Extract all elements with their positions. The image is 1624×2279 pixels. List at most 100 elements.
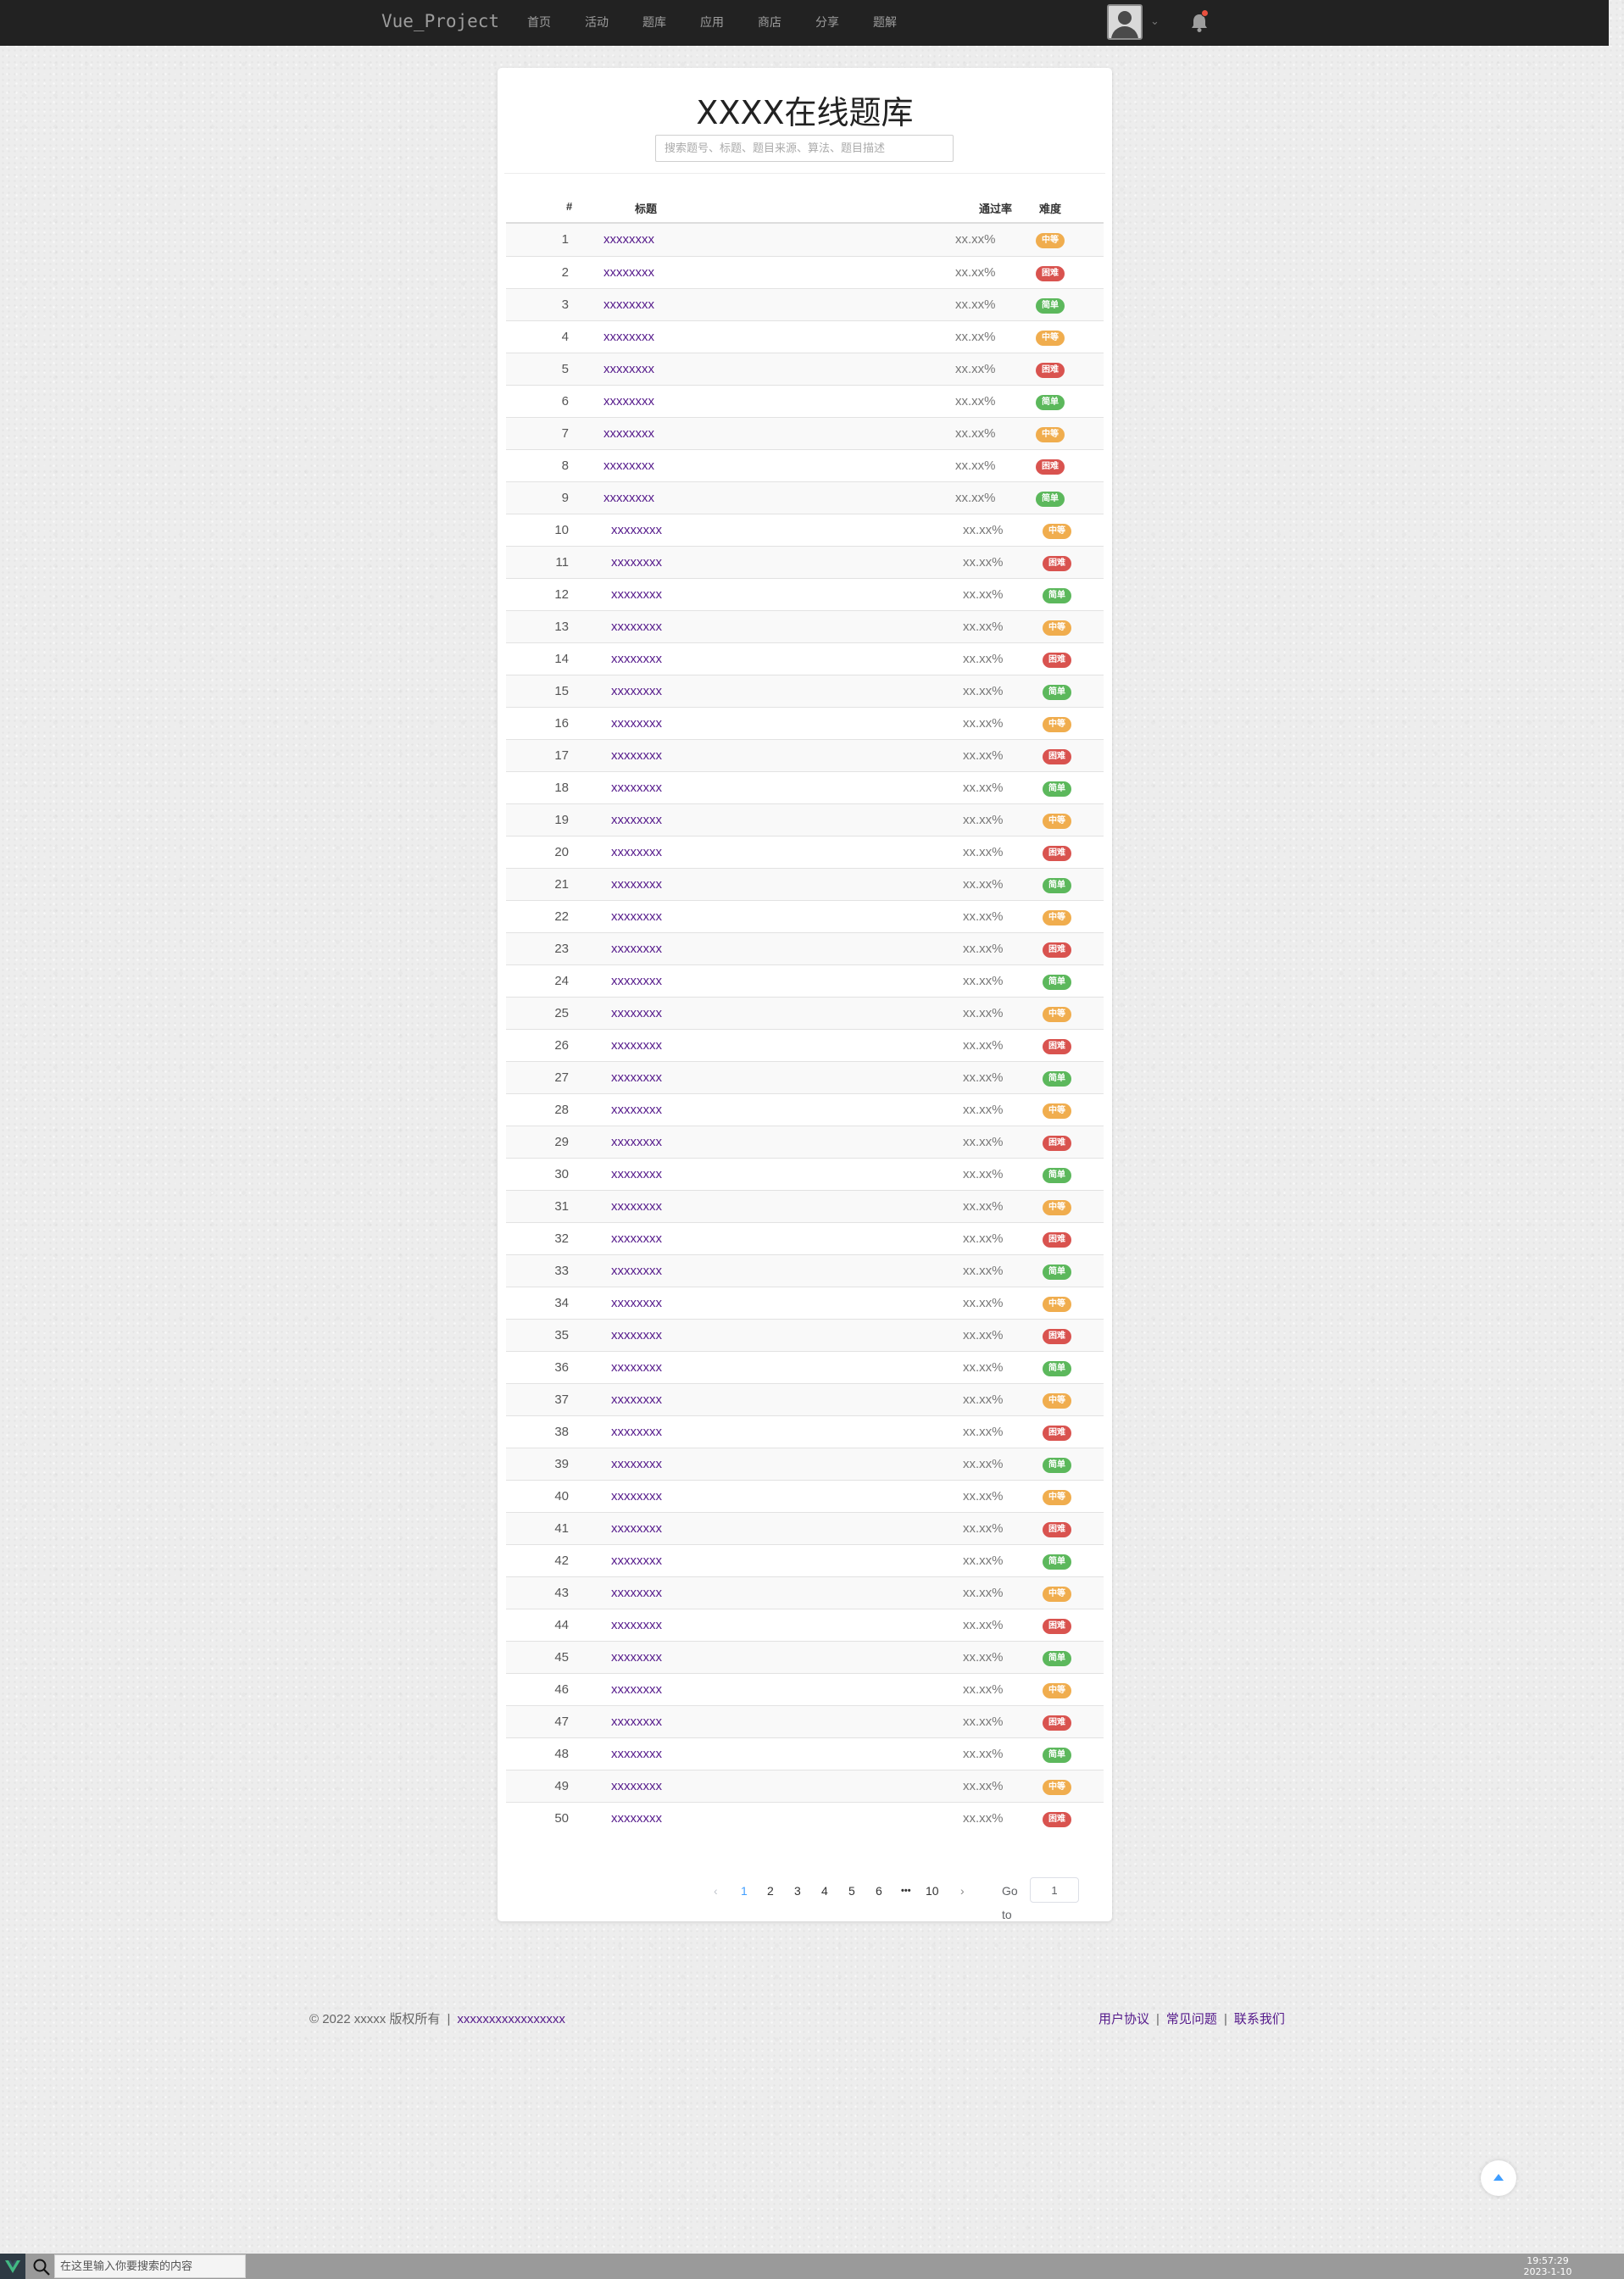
problem-title-link[interactable]: xxxxxxxx	[611, 1191, 662, 1222]
page-button[interactable]: 10	[926, 1879, 939, 1903]
problem-title-link[interactable]: xxxxxxxx	[603, 482, 654, 514]
problem-title-link[interactable]: xxxxxxxx	[611, 965, 662, 997]
table-row: 34 xxxxxxxx xx.xx% 中等	[506, 1287, 1104, 1319]
problem-title-link[interactable]: xxxxxxxx	[611, 579, 662, 610]
table-row: 15 xxxxxxxx xx.xx% 简单	[506, 675, 1104, 707]
chevron-down-icon[interactable]: ⌄	[1150, 14, 1160, 28]
table-row: 4 xxxxxxxx xx.xx% 中等	[506, 320, 1104, 353]
problem-title-link[interactable]: xxxxxxxx	[611, 772, 662, 803]
record-link[interactable]: xxxxxxxxxxxxxxxxx	[457, 2012, 565, 2026]
problem-title-link[interactable]: xxxxxxxx	[611, 1706, 662, 1737]
problem-title-link[interactable]: xxxxxxxx	[611, 675, 662, 707]
problem-title-link[interactable]: xxxxxxxx	[611, 643, 662, 675]
problem-title-link[interactable]: xxxxxxxx	[611, 1287, 662, 1319]
table-row: 9 xxxxxxxx xx.xx% 简单	[506, 481, 1104, 514]
pass-rate: xx.xx%	[963, 1328, 1004, 1342]
problem-title-link[interactable]: xxxxxxxx	[611, 1513, 662, 1544]
problem-title-link[interactable]: xxxxxxxx	[611, 611, 662, 642]
user-avatar-icon[interactable]	[1107, 4, 1143, 40]
taskbar-search-input[interactable]	[54, 2254, 246, 2278]
nav-link-share[interactable]: 分享	[815, 0, 839, 46]
page-button[interactable]: 6	[876, 1879, 882, 1903]
problem-title-link[interactable]: xxxxxxxx	[611, 514, 662, 546]
problem-title-link[interactable]: xxxxxxxx	[611, 1416, 662, 1448]
problem-title-link[interactable]: xxxxxxxx	[611, 1352, 662, 1383]
clock-date: 2023-1-10	[1523, 2266, 1572, 2277]
problem-title-link[interactable]: xxxxxxxx	[611, 1255, 662, 1287]
footer-link-contact[interactable]: 联系我们	[1234, 2012, 1285, 2026]
difficulty-badge: 困难	[1036, 266, 1065, 281]
table-row: 13 xxxxxxxx xx.xx% 中等	[506, 610, 1104, 642]
problem-number: 24	[554, 974, 569, 988]
problem-title-link[interactable]: xxxxxxxx	[611, 998, 662, 1029]
problem-title-link[interactable]: xxxxxxxx	[611, 1642, 662, 1673]
problem-title-link[interactable]: xxxxxxxx	[611, 1448, 662, 1480]
problem-title-link[interactable]: xxxxxxxx	[611, 1384, 662, 1415]
table-row: 7 xxxxxxxx xx.xx% 中等	[506, 417, 1104, 449]
search-input[interactable]	[655, 135, 954, 162]
vue-logo-icon[interactable]	[0, 2254, 25, 2279]
problem-title-link[interactable]: xxxxxxxx	[611, 1094, 662, 1126]
search-icon[interactable]	[32, 2258, 51, 2276]
page-button[interactable]: 2	[767, 1879, 774, 1903]
problem-title-link[interactable]: xxxxxxxx	[611, 547, 662, 578]
problem-title-link[interactable]: xxxxxxxx	[603, 289, 654, 320]
nav-link-apps[interactable]: 应用	[700, 0, 724, 46]
footer-link-user-agreement[interactable]: 用户协议	[1098, 2012, 1149, 2026]
problem-title-link[interactable]: xxxxxxxx	[611, 1223, 662, 1254]
nav-link-solutions[interactable]: 题解	[873, 0, 897, 46]
problem-title-link[interactable]: xxxxxxxx	[611, 1674, 662, 1705]
problem-title-link[interactable]: xxxxxxxx	[611, 708, 662, 739]
problem-title-link[interactable]: xxxxxxxx	[611, 740, 662, 771]
table-row: 30 xxxxxxxx xx.xx% 简单	[506, 1158, 1104, 1190]
more-pages-ellipsis[interactable]: •••	[901, 1879, 911, 1903]
problem-title-link[interactable]: xxxxxxxx	[611, 1481, 662, 1512]
problem-number: 34	[554, 1296, 569, 1310]
problem-title-link[interactable]: xxxxxxxx	[611, 804, 662, 836]
problem-title-link[interactable]: xxxxxxxx	[603, 257, 654, 288]
problem-title-link[interactable]: xxxxxxxx	[611, 1126, 662, 1158]
pass-rate: xx.xx%	[963, 1586, 1004, 1600]
footer-link-faq[interactable]: 常见问题	[1166, 2012, 1217, 2026]
page-button[interactable]: 4	[821, 1879, 828, 1903]
problem-title-link[interactable]: xxxxxxxx	[611, 1609, 662, 1641]
chevron-left-icon[interactable]: ‹	[714, 1879, 718, 1903]
problem-number: 16	[554, 716, 569, 731]
page-button[interactable]: 3	[794, 1879, 801, 1903]
page-button[interactable]: 1	[741, 1879, 748, 1903]
problem-title-link[interactable]: xxxxxxxx	[611, 1577, 662, 1609]
problem-title-link[interactable]: xxxxxxxx	[611, 1738, 662, 1770]
problem-title-link[interactable]: xxxxxxxx	[603, 321, 654, 353]
problem-title-link[interactable]: xxxxxxxx	[611, 901, 662, 932]
goto-page-input[interactable]	[1030, 1877, 1079, 1903]
problem-title-link[interactable]: xxxxxxxx	[611, 1545, 662, 1576]
problem-title-link[interactable]: xxxxxxxx	[603, 450, 654, 481]
problem-title-link[interactable]: xxxxxxxx	[611, 1320, 662, 1351]
problem-number: 43	[554, 1586, 569, 1600]
page-button[interactable]: 5	[848, 1879, 855, 1903]
problem-title-link[interactable]: xxxxxxxx	[611, 1803, 662, 1834]
difficulty-badge: 困难	[1043, 749, 1071, 764]
problem-title-link[interactable]: xxxxxxxx	[603, 224, 654, 255]
problem-title-link[interactable]: xxxxxxxx	[611, 1770, 662, 1802]
nav-link-problem-bank[interactable]: 题库	[642, 0, 666, 46]
problem-title-link[interactable]: xxxxxxxx	[611, 1062, 662, 1093]
nav-link-home[interactable]: 首页	[527, 0, 551, 46]
brand-logo-text[interactable]: Vue_Project	[381, 11, 499, 31]
problem-title-link[interactable]: xxxxxxxx	[611, 869, 662, 900]
problem-title-link[interactable]: xxxxxxxx	[611, 933, 662, 964]
problem-title-link[interactable]: xxxxxxxx	[603, 418, 654, 449]
problem-title-link[interactable]: xxxxxxxx	[611, 1159, 662, 1190]
difficulty-badge: 困难	[1043, 1715, 1071, 1731]
back-to-top-button[interactable]	[1481, 2160, 1516, 2196]
problem-number: 15	[554, 684, 569, 698]
pass-rate: xx.xx%	[963, 1070, 1004, 1085]
problem-title-link[interactable]: xxxxxxxx	[603, 353, 654, 385]
nav-link-store[interactable]: 商店	[758, 0, 781, 46]
chevron-right-icon[interactable]: ›	[960, 1879, 965, 1903]
problem-title-link[interactable]: xxxxxxxx	[603, 386, 654, 417]
nav-link-activity[interactable]: 活动	[585, 0, 609, 46]
problem-title-link[interactable]: xxxxxxxx	[611, 1030, 662, 1061]
problem-number: 31	[554, 1199, 569, 1214]
problem-title-link[interactable]: xxxxxxxx	[611, 837, 662, 868]
